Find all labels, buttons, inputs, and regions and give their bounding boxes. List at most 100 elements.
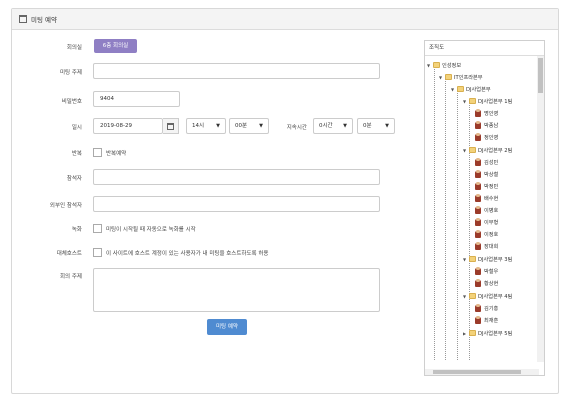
- hour-select[interactable]: 14시 ▼: [186, 118, 226, 134]
- user-icon: [475, 132, 481, 141]
- topic-input[interactable]: [93, 63, 380, 79]
- duration-hour-value: 0시간: [319, 123, 333, 129]
- tree-member-label: 장대희: [484, 243, 499, 250]
- tree-member-label: 박종남: [484, 122, 499, 129]
- tree-member-label: 황상현: [484, 280, 499, 287]
- tree-node-root[interactable]: ▼ 인성정보: [427, 59, 461, 71]
- org-chart-title: 조직도: [425, 41, 544, 56]
- alt-host-checkbox-text: 이 사이트에 호스트 계정이 있는 사용자가 내 미팅을 호스트하도록 허용: [106, 251, 269, 257]
- tree-member[interactable]: 이정호: [475, 228, 498, 240]
- user-icon: [475, 241, 481, 250]
- tree-member[interactable]: 황상현: [475, 277, 498, 289]
- tree-node-it-infra[interactable]: ▼ IT인프라본부: [439, 71, 483, 83]
- tree-member[interactable]: 명인영: [475, 107, 498, 119]
- tree-member[interactable]: 박종남: [475, 119, 498, 131]
- user-icon: [475, 181, 481, 190]
- tree-member[interactable]: 최재훈: [475, 314, 498, 326]
- tree-node-label: IT인프라본부: [454, 74, 483, 81]
- tree-member[interactable]: 김성민: [475, 156, 498, 168]
- duration-minute-select[interactable]: 0분 ▼: [357, 118, 395, 134]
- password-label: 비밀번호: [61, 99, 82, 105]
- tree-node-label: DJ사업본부 5팀: [478, 330, 513, 337]
- user-icon: [475, 157, 481, 166]
- tree-member-label: 배수현: [484, 195, 499, 202]
- submit-button[interactable]: 미팅 예약: [207, 319, 247, 335]
- chevron-down-icon: ▼: [216, 123, 220, 129]
- tree-member[interactable]: 정인영: [475, 131, 498, 143]
- tree-member-label: 박정민: [484, 183, 499, 190]
- tree-member[interactable]: 김기홍: [475, 302, 498, 314]
- tree-node-label: 인성정보: [442, 62, 462, 69]
- folder-icon: [469, 330, 476, 336]
- tree-node-team5[interactable]: ▶ DJ사업본부 5팀: [463, 327, 512, 339]
- repeat-checkbox[interactable]: [93, 148, 102, 157]
- tree-member[interactable]: 박정민: [475, 180, 498, 192]
- tree-member-label: 이병호: [484, 207, 499, 214]
- tree-node-label: DJ사업본부 2팀: [478, 147, 513, 154]
- org-tree: ▼ 인성정보 ▼ IT인프라본부 ▼ DJ사업본부 ▼ DJ사업본부 1팀 명인…: [425, 56, 544, 360]
- calendar-icon: [19, 15, 27, 23]
- chevron-down-icon: ▼: [343, 123, 347, 129]
- chevron-down-icon: ▼: [385, 123, 389, 129]
- vertical-scrollbar-thumb[interactable]: [538, 58, 543, 93]
- tree-line: [457, 88, 458, 360]
- tree-member-label: 이부형: [484, 219, 499, 226]
- room-label: 회의실: [66, 45, 82, 51]
- record-checkbox-text: 미팅이 시작될 때 자동으로 녹화를 시작: [106, 227, 196, 233]
- folder-icon: [457, 86, 464, 92]
- date-picker-button[interactable]: [163, 118, 179, 134]
- user-icon: [475, 205, 481, 214]
- folder-icon: [469, 98, 476, 104]
- horizontal-scrollbar-thumb[interactable]: [433, 370, 521, 374]
- alt-host-checkbox[interactable]: [93, 248, 102, 257]
- folder-icon: [433, 62, 440, 68]
- tree-node-team4[interactable]: ▼ DJ사업본부 4팀: [463, 290, 512, 302]
- user-icon: [475, 217, 481, 226]
- panel-header: 미팅 예약: [12, 9, 558, 30]
- content-textarea[interactable]: [93, 268, 380, 312]
- tree-member-label: 김성민: [484, 159, 499, 166]
- folder-icon: [469, 293, 476, 299]
- user-icon: [475, 315, 481, 324]
- user-icon: [475, 120, 481, 129]
- tree-member[interactable]: 박상철: [475, 168, 498, 180]
- tree-member-label: 이정호: [484, 231, 499, 238]
- tree-node-label: DJ사업본부 1팀: [478, 98, 513, 105]
- tree-line: [434, 64, 435, 360]
- tree-node-team2[interactable]: ▼ DJ사업본부 2팀: [463, 144, 512, 156]
- tree-node-label: DJ사업본부: [466, 86, 491, 93]
- tree-line: [469, 100, 470, 360]
- tree-member[interactable]: 배수현: [475, 192, 498, 204]
- alt-host-label: 대체호스트: [56, 251, 82, 257]
- vertical-scrollbar[interactable]: [537, 56, 544, 362]
- duration-hour-select[interactable]: 0시간 ▼: [313, 118, 353, 134]
- org-chart-panel: 조직도 ▼ 인성정보 ▼ IT인프라본부 ▼ DJ사업본부 ▼ DJ사업본부 1…: [424, 40, 545, 376]
- tree-member-label: 정인영: [484, 134, 499, 141]
- tree-member[interactable]: 이병호: [475, 204, 498, 216]
- user-icon: [475, 169, 481, 178]
- repeat-label: 반복: [71, 151, 82, 157]
- external-participants-label: 외부인 참석자: [49, 203, 82, 209]
- user-icon: [475, 303, 481, 312]
- external-participants-input[interactable]: [93, 196, 380, 212]
- tree-node-team3[interactable]: ▼ DJ사업본부 3팀: [463, 253, 512, 265]
- folder-icon: [469, 147, 476, 153]
- tree-member[interactable]: 이부형: [475, 216, 498, 228]
- topic-label: 미팅 주제: [60, 70, 82, 76]
- date-input[interactable]: 2019-08-29: [93, 118, 163, 134]
- datetime-label: 일시: [71, 125, 82, 131]
- tree-node-team1[interactable]: ▼ DJ사업본부 1팀: [463, 95, 512, 107]
- user-icon: [475, 278, 481, 287]
- folder-icon: [445, 74, 452, 80]
- password-input[interactable]: 9404: [93, 91, 180, 107]
- horizontal-scrollbar[interactable]: [425, 369, 539, 375]
- record-checkbox[interactable]: [93, 224, 102, 233]
- tree-member[interactable]: 장대희: [475, 240, 498, 252]
- tree-node-dj-division[interactable]: ▼ DJ사업본부: [451, 83, 491, 95]
- tree-member[interactable]: 박철우: [475, 265, 498, 277]
- room-button[interactable]: 6층 회의실: [94, 39, 137, 53]
- participants-input[interactable]: [93, 169, 380, 185]
- user-icon: [475, 266, 481, 275]
- tree-member-label: 최재훈: [484, 317, 499, 324]
- participants-label: 참석자: [66, 176, 82, 182]
